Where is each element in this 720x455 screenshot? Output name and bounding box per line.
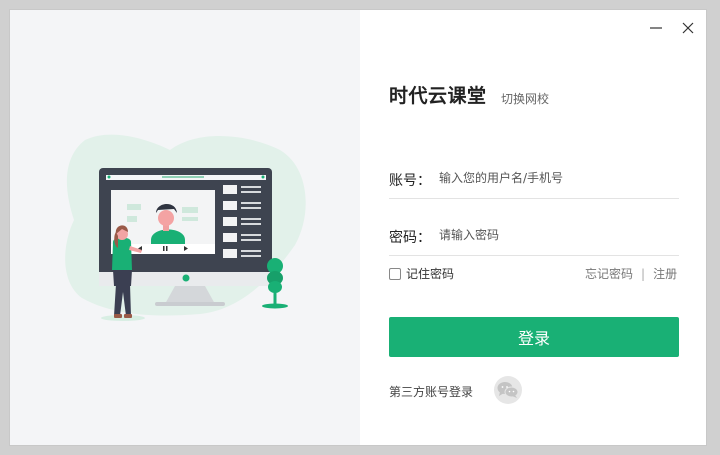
password-input[interactable]: [439, 223, 674, 247]
account-links: 忘记密码 | 注册: [585, 265, 677, 282]
wechat-icon: [497, 382, 519, 398]
login-window: 时代云课堂 切换网校 账号： 密码： 记住密码 忘记密码 | 注册 登录 第三方账号…: [9, 9, 707, 446]
remember-checkbox[interactable]: [389, 267, 401, 280]
account-label: 账号：: [389, 173, 431, 189]
close-icon: [682, 22, 694, 34]
third-party-label: 第三方账号登录: [389, 385, 474, 399]
password-field: 密码：: [389, 217, 679, 256]
login-button[interactable]: 登录: [389, 317, 679, 357]
link-separator: |: [641, 267, 646, 281]
minimize-icon: [650, 27, 662, 29]
minimize-button[interactable]: [642, 18, 670, 38]
account-input[interactable]: [439, 166, 674, 190]
register-link[interactable]: 注册: [653, 267, 677, 281]
account-field: 账号：: [389, 160, 679, 199]
close-button[interactable]: [674, 18, 702, 38]
illustration-panel: [10, 10, 360, 445]
password-label: 密码：: [389, 230, 431, 246]
app-title: 时代云课堂: [389, 85, 487, 107]
remember-password[interactable]: 记住密码: [389, 265, 454, 282]
remember-label: 记住密码: [406, 267, 455, 281]
switch-school-link[interactable]: 切换网校: [501, 90, 549, 107]
online-classroom-illustration: [65, 134, 306, 321]
forgot-password-link[interactable]: 忘记密码: [585, 267, 633, 281]
wechat-login-button[interactable]: [494, 376, 522, 404]
